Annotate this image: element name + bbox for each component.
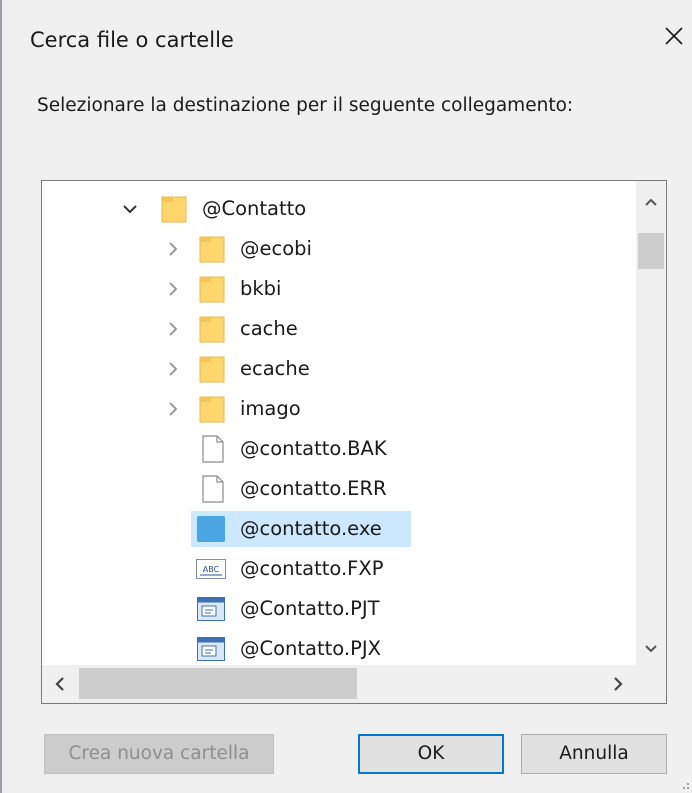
tree-item-label: @contatto.FXP (240, 557, 384, 580)
dialog-title: Cerca file o cartelle (30, 28, 234, 52)
tree-item-contatto-exe[interactable]: @contatto.exe (42, 510, 636, 548)
tree-item-label: ecache (240, 357, 310, 380)
vertical-scroll-thumb[interactable] (638, 233, 664, 269)
tree-item-label: @contatto.BAK (240, 437, 387, 460)
new-folder-button[interactable]: Crea nuova cartella (44, 734, 274, 774)
scrollbar-corner (636, 665, 666, 703)
tree-item-contatto-err[interactable]: @contatto.ERR (42, 470, 636, 508)
close-button[interactable] (660, 22, 688, 50)
tree-item-ecobi[interactable]: @ecobi (42, 230, 636, 268)
tree-item-label: @contatto.ERR (240, 477, 387, 500)
folder-icon (199, 356, 225, 383)
project-file-icon (197, 597, 225, 621)
project-file-icon (197, 637, 225, 661)
close-icon (665, 27, 683, 45)
file-icon (202, 475, 224, 503)
file-icon (202, 435, 224, 463)
scroll-right-arrow-icon[interactable] (606, 672, 630, 696)
tree-item-contatto-fxp[interactable]: ABC @contatto.FXP (42, 550, 636, 588)
tree-item-contatto-pjx[interactable]: @Contatto.PJX (42, 630, 636, 665)
tree-item-ecache[interactable]: ecache (42, 350, 636, 388)
window-edge (0, 0, 2, 793)
tree-item-label: @Contatto.PJT (240, 597, 380, 620)
tree-item-label: @contatto.exe (240, 517, 382, 540)
chevron-right-icon[interactable] (163, 319, 183, 339)
exe-icon (197, 516, 225, 542)
abc-file-icon: ABC (196, 559, 226, 579)
chevron-right-icon[interactable] (163, 239, 183, 259)
resize-grip-icon[interactable] (678, 778, 690, 790)
chevron-right-icon[interactable] (163, 359, 183, 379)
svg-text:ABC: ABC (203, 565, 220, 574)
scroll-down-arrow-icon[interactable] (639, 637, 663, 661)
folder-icon (199, 316, 225, 343)
tree-item-label: cache (240, 317, 298, 340)
chevron-right-icon[interactable] (163, 399, 183, 419)
folder-icon (161, 196, 187, 223)
tree-item-contatto[interactable]: @Contatto (42, 190, 636, 228)
tree-rows: @Contatto @ecobi bkbi cache ecache imago… (42, 181, 636, 665)
horizontal-scrollbar[interactable] (42, 665, 636, 703)
folder-icon (199, 236, 225, 263)
tree-item-label: bkbi (240, 277, 282, 300)
chevron-right-icon[interactable] (163, 279, 183, 299)
folder-icon (199, 276, 225, 303)
vertical-scrollbar[interactable] (636, 181, 666, 665)
chevron-down-icon[interactable] (120, 199, 140, 219)
folder-tree[interactable]: @Contatto @ecobi bkbi cache ecache imago… (41, 180, 667, 704)
scroll-up-arrow-icon[interactable] (639, 190, 663, 214)
tree-item-label: @ecobi (240, 237, 312, 260)
cancel-button[interactable]: Annulla (521, 734, 667, 774)
dialog-prompt: Selezionare la destinazione per il segue… (37, 95, 574, 116)
tree-item-contatto-pjt[interactable]: @Contatto.PJT (42, 590, 636, 628)
tree-item-label: @Contatto (202, 197, 307, 220)
ok-button[interactable]: OK (358, 734, 504, 774)
tree-item-label: imago (240, 397, 301, 420)
folder-icon (199, 396, 225, 423)
tree-item-label: @Contatto.PJX (240, 637, 381, 660)
tree-item-cache[interactable]: cache (42, 310, 636, 348)
horizontal-scroll-thumb[interactable] (79, 668, 357, 699)
tree-item-contatto-bak[interactable]: @contatto.BAK (42, 430, 636, 468)
tree-item-bkbi[interactable]: bkbi (42, 270, 636, 308)
tree-item-imago[interactable]: imago (42, 390, 636, 428)
scroll-left-arrow-icon[interactable] (48, 672, 72, 696)
